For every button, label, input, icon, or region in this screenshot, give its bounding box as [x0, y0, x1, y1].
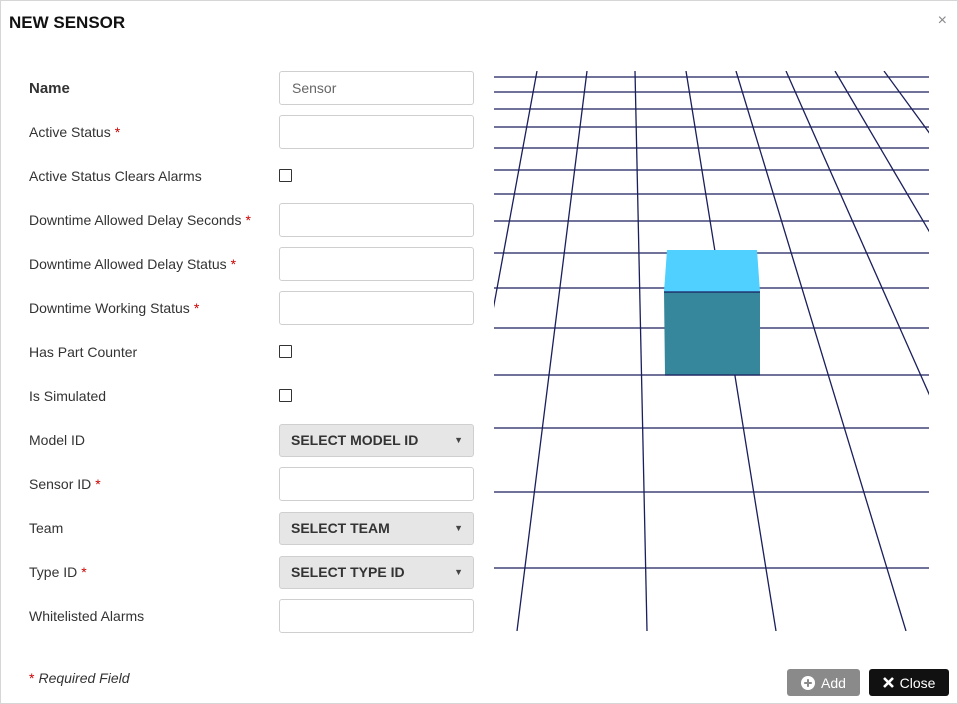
required-marker: *: [193, 300, 200, 316]
grid-line-depth: [494, 71, 538, 309]
field-row-model-id: Model ID SELECT MODEL ID ▼: [29, 423, 475, 457]
close-button-label: Close: [899, 674, 936, 691]
field-label-downtime-allowed-delay-status: Downtime Allowed Delay Status *: [29, 256, 236, 272]
field-label-text: Team: [29, 520, 64, 536]
field-label-active-status-clears-alarms: Active Status Clears Alarms: [29, 168, 202, 184]
field-row-whitelisted-alarms: Whitelisted Alarms: [29, 599, 475, 633]
field-label-active-status: Active Status *: [29, 124, 120, 140]
field-label-downtime-allowed-delay-seconds: Downtime Allowed Delay Seconds *: [29, 212, 251, 228]
caret-down-icon: ▼: [454, 567, 463, 577]
field-label-text: Whitelisted Alarms: [29, 608, 145, 624]
field-label-is-simulated: Is Simulated: [29, 388, 106, 404]
field-row-is-simulated: Is Simulated: [29, 379, 475, 413]
downtime-allowed-delay-seconds-input[interactable]: [279, 203, 474, 237]
field-row-active-status-clears-alarms: Active Status Clears Alarms: [29, 159, 475, 193]
grid-line-depth: [516, 71, 588, 631]
has-part-counter-checkbox[interactable]: [279, 345, 292, 358]
field-label-sensor-id: Sensor ID *: [29, 476, 101, 492]
grid-line-depth: [785, 71, 929, 396]
field-row-downtime-allowed-delay-seconds: Downtime Allowed Delay Seconds *: [29, 203, 475, 237]
field-label-model-id: Model ID: [29, 432, 85, 448]
name-input[interactable]: [279, 71, 474, 105]
required-marker: *: [81, 564, 87, 580]
active-status-input[interactable]: [279, 115, 474, 149]
grid-line-depth: [883, 71, 929, 134]
field-label-text: Model ID: [29, 432, 86, 448]
field-label-text: Name: [29, 80, 70, 97]
select-value: SELECT MODEL ID: [291, 432, 419, 448]
select-value: SELECT TYPE ID: [291, 564, 405, 580]
team-select[interactable]: SELECT TEAM ▼: [279, 512, 474, 545]
grid-line-depth: [634, 71, 648, 631]
field-label-text: Active Status: [29, 124, 111, 140]
field-label-text: Active Status Clears Alarms: [29, 168, 202, 184]
field-label-whitelisted-alarms: Whitelisted Alarms: [29, 608, 144, 624]
sensor-id-input[interactable]: [279, 467, 474, 501]
downtime-working-status-input[interactable]: [279, 291, 474, 325]
field-label-text: Is Simulated: [29, 388, 107, 404]
close-icon[interactable]: ×: [938, 13, 947, 29]
required-star: *: [29, 670, 35, 686]
add-button[interactable]: Add: [787, 669, 860, 696]
active-status-clears-alarms-checkbox[interactable]: [279, 169, 292, 182]
plus-circle-icon: [801, 675, 816, 690]
required-marker: *: [114, 124, 121, 140]
required-field-note: * Required Field: [29, 670, 130, 686]
field-label-downtime-working-status: Downtime Working Status *: [29, 300, 199, 316]
dialog-title: NEW SENSOR: [9, 13, 126, 32]
field-row-sensor-id: Sensor ID *: [29, 467, 475, 501]
required-marker: *: [95, 476, 101, 492]
3d-viewport[interactable]: [494, 71, 929, 631]
add-button-label: Add: [821, 674, 846, 691]
field-label-name: Name: [29, 80, 70, 97]
required-marker: *: [245, 212, 251, 228]
select-value: SELECT TEAM: [291, 520, 390, 536]
field-row-has-part-counter: Has Part Counter: [29, 335, 475, 369]
grid-line-depth: [735, 71, 907, 631]
model-id-select[interactable]: SELECT MODEL ID ▼: [279, 424, 474, 457]
close-button[interactable]: Close: [869, 669, 949, 696]
downtime-allowed-delay-status-input[interactable]: [279, 247, 474, 281]
field-label-has-part-counter: Has Part Counter: [29, 344, 137, 360]
whitelisted-alarms-input[interactable]: [279, 599, 474, 633]
required-field-text: Required Field: [38, 670, 130, 686]
field-row-type-id: Type ID * SELECT TYPE ID ▼: [29, 555, 475, 589]
field-label-text: Downtime Allowed Delay Seconds: [29, 212, 242, 228]
new-sensor-dialog: NEW SENSOR × NameActive Status*Active St…: [0, 0, 958, 704]
required-marker: *: [230, 256, 237, 272]
grid-line-depth: [834, 71, 929, 233]
field-row-name: Name: [29, 71, 475, 105]
type-id-select[interactable]: SELECT TYPE ID ▼: [279, 556, 474, 589]
field-label-text: Has Part Counter: [29, 344, 138, 360]
field-label-text: Sensor ID: [29, 476, 92, 492]
cube-front-face: [664, 292, 760, 375]
field-label-text: Downtime Working Status: [29, 300, 190, 316]
field-row-team: Team SELECT TEAM ▼: [29, 511, 475, 545]
cube-top-face: [664, 250, 760, 292]
field-label-text: Type ID: [29, 564, 78, 580]
field-row-downtime-working-status: Downtime Working Status *: [29, 291, 475, 325]
times-icon: [882, 677, 894, 688]
field-label-type-id: Type ID *: [29, 564, 87, 580]
caret-down-icon: ▼: [454, 435, 463, 445]
field-label-text: Downtime Allowed Delay Status: [29, 256, 227, 272]
field-label-team: Team: [29, 520, 63, 536]
caret-down-icon: ▼: [454, 523, 463, 533]
field-row-downtime-allowed-delay-status: Downtime Allowed Delay Status *: [29, 247, 475, 281]
is-simulated-checkbox[interactable]: [279, 389, 292, 402]
field-row-active-status: Active Status *: [29, 115, 475, 149]
